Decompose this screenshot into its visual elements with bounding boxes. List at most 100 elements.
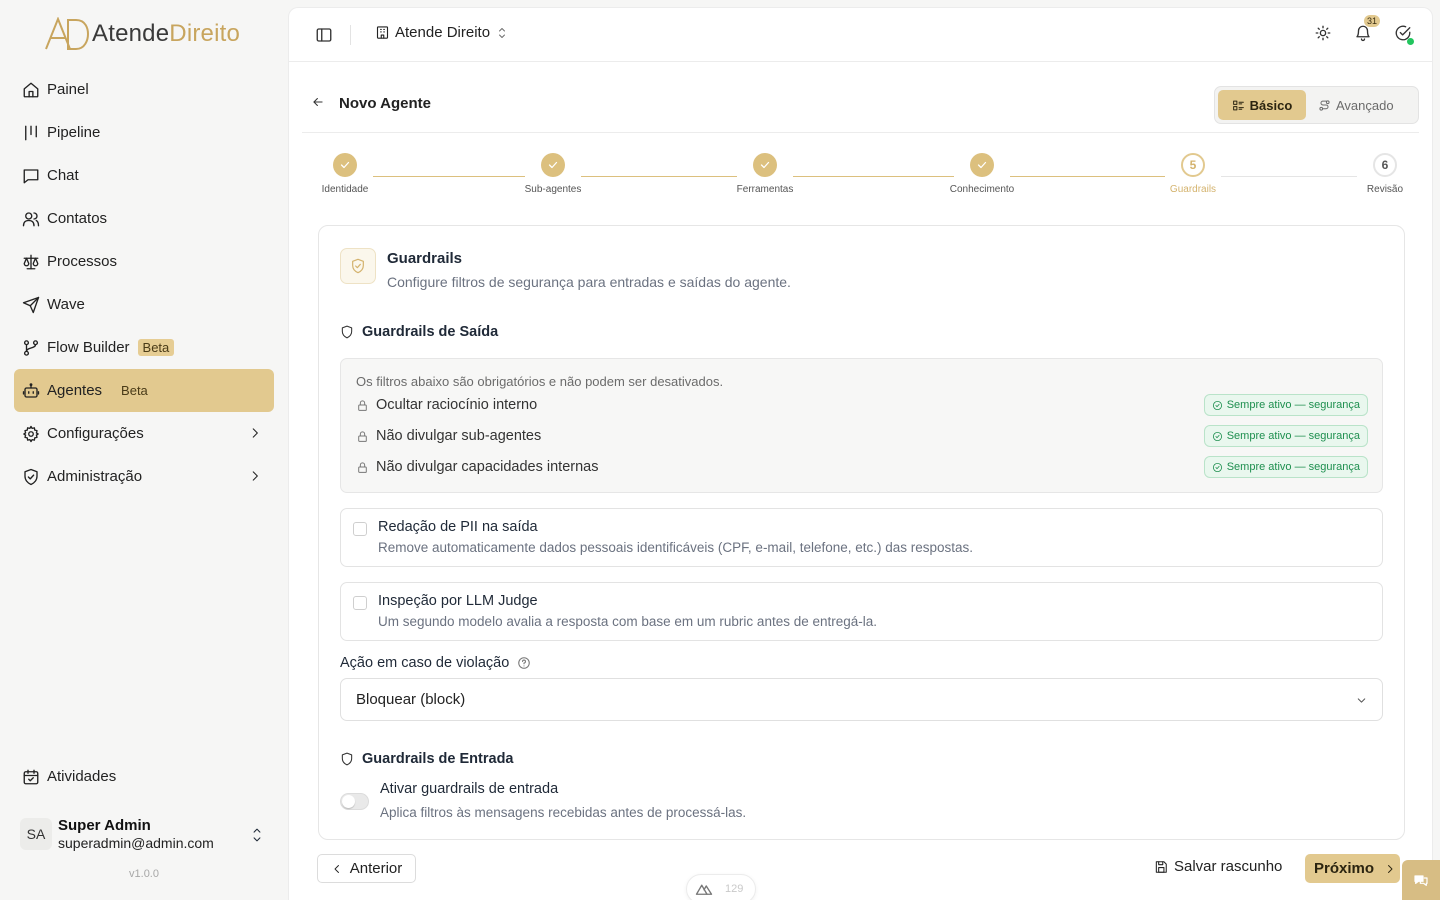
previous-button[interactable]: Anterior	[317, 854, 416, 883]
pii-redaction-option[interactable]: Redação de PII na saída Remove automatic…	[340, 508, 1383, 567]
pii-redaction-checkbox[interactable]	[353, 522, 367, 536]
mode-advanced-label: Avançado	[1336, 97, 1394, 113]
sidebar-item-painel[interactable]: Painel	[14, 68, 274, 111]
llm-judge-option[interactable]: Inspeção por LLM Judge Um segundo modelo…	[340, 582, 1383, 641]
locked-filter-row: Não divulgar sub-agentes Sempre ativo — …	[356, 424, 1368, 448]
help-circle-icon[interactable]	[517, 656, 531, 670]
locked-filter-label: Não divulgar sub-agentes	[376, 428, 542, 444]
stepper-connector	[581, 176, 737, 177]
option-title: Redação de PII na saída	[378, 519, 538, 535]
toggle-title: Ativar guardrails de entrada	[380, 781, 559, 797]
lock-icon	[358, 430, 367, 442]
avatar: SA	[20, 818, 52, 850]
shield-check-icon	[24, 468, 38, 485]
step-label: Guardrails	[1169, 184, 1217, 195]
card-subtitle: Configure filtros de segurança para entr…	[387, 274, 791, 290]
user-menu[interactable]: SA Super Admin superadmin@admin.com	[20, 814, 274, 854]
devtools-pill[interactable]: 129	[686, 874, 756, 900]
chat-widget-button[interactable]	[1402, 860, 1440, 900]
wizard-stepper: Identidade Sub-agentes Ferramentas Conhecim…	[317, 153, 1407, 203]
violation-action-label: Ação em caso de violação	[340, 655, 531, 671]
users-icon	[22, 211, 40, 226]
badge-text: Sempre ativo — segurança	[1226, 461, 1360, 473]
logo-mark-icon	[45, 17, 90, 50]
sidebar-item-label: Agentes	[47, 382, 103, 399]
step-label: Identidade	[321, 184, 369, 195]
step-sub-agentes[interactable]: Sub-agentes	[513, 153, 593, 195]
stepper-connector	[1221, 176, 1357, 177]
llm-judge-checkbox[interactable]	[353, 596, 367, 610]
step-ferramentas[interactable]: Ferramentas	[725, 153, 805, 195]
check-circle-icon	[1212, 431, 1222, 441]
option-description: Um segundo modelo avalia a resposta com …	[378, 614, 878, 629]
sidebar-item-label: Chat	[47, 167, 79, 184]
toggle-description: Aplica filtros às mensagens recebidas an…	[380, 805, 747, 820]
mode-basic-button[interactable]: Básico	[1218, 90, 1306, 120]
topbar-actions: 31	[1314, 15, 1414, 45]
violation-action-select[interactable]: Bloquear (block)	[340, 678, 1383, 721]
devtools-count: 129	[725, 883, 744, 895]
check-circle-icon	[1212, 400, 1222, 410]
stepper-connector	[373, 176, 525, 177]
sidebar-item-wave[interactable]: Wave	[14, 283, 274, 326]
lock-icon	[358, 461, 367, 473]
brand-name: AtendeDireito	[92, 20, 241, 47]
online-status-dot	[1407, 38, 1414, 45]
guardrails-card: Guardrails Configure filtros de seguranç…	[318, 225, 1405, 840]
calendar-check-icon	[23, 769, 39, 784]
check-icon	[548, 161, 558, 169]
bot-icon	[22, 382, 40, 398]
sidebar-item-atividades[interactable]: Atividades	[14, 755, 274, 798]
sidebar-toggle-icon[interactable]	[315, 26, 333, 44]
step-indicator	[333, 153, 357, 177]
sidebar-item-label: Contatos	[47, 210, 108, 227]
badge-text: Sempre ativo — segurança	[1226, 399, 1360, 411]
sidebar-item-pipeline[interactable]: Pipeline	[14, 111, 274, 154]
save-draft-button[interactable]: Salvar rascunho	[1154, 858, 1282, 875]
sidebar-item-flow-builder[interactable]: Flow Builder Beta	[14, 326, 274, 369]
option-title: Inspeção por LLM Judge	[378, 593, 538, 609]
mandatory-filters-box: Os filtros abaixo são obrigatórios e não…	[340, 358, 1383, 493]
card-icon	[340, 248, 376, 284]
beta-badge: Beta	[121, 383, 148, 398]
arrow-left-icon[interactable]	[311, 95, 325, 109]
step-revisão[interactable]: 6 Revisão	[1345, 153, 1425, 195]
organization-switcher[interactable]: Atende Direito	[375, 24, 508, 41]
step-identidade[interactable]: Identidade	[305, 153, 385, 195]
page-header: Novo Agente Básico Avançado	[302, 78, 1419, 133]
button-label: Próximo	[1314, 860, 1375, 877]
user-email: superadmin@admin.com	[58, 835, 214, 851]
sidebar-item-chat[interactable]: Chat	[14, 154, 274, 197]
sidebar-item-contatos[interactable]: Contatos	[14, 197, 274, 240]
toggle-knob	[342, 795, 355, 808]
sidebar-item-administracao[interactable]: Administração	[14, 455, 274, 498]
locked-filter-label: Não divulgar capacidades internas	[376, 459, 599, 475]
page-title: Novo Agente	[339, 95, 431, 112]
sidebar-item-label: Administração	[47, 468, 143, 485]
step-indicator: 6	[1373, 153, 1397, 177]
sidebar-item-agentes[interactable]: Agentes Beta	[14, 369, 274, 412]
organization-name: Atende Direito	[395, 24, 491, 41]
next-button[interactable]: Próximo	[1305, 854, 1400, 883]
notifications-button[interactable]: 31	[1354, 15, 1381, 42]
mandatory-filters-note: Os filtros abaixo são obrigatórios e não…	[356, 374, 724, 389]
stepper-connector	[1010, 176, 1165, 177]
sidebar-item-label: Painel	[47, 81, 89, 98]
mode-advanced-button[interactable]: Avançado	[1306, 90, 1406, 120]
input-guardrails-heading: Guardrails de Entrada	[340, 751, 514, 767]
status-button[interactable]	[1394, 24, 1414, 45]
shield-icon	[341, 752, 353, 766]
theme-toggle-button[interactable]	[1314, 24, 1332, 42]
brand-logo[interactable]: AtendeDireito	[44, 17, 240, 51]
step-conhecimento[interactable]: Conhecimento	[942, 153, 1022, 195]
chat-icon	[23, 168, 39, 183]
input-guardrails-toggle[interactable]	[340, 793, 369, 810]
step-label: Sub-agentes	[524, 184, 582, 195]
sidebar-item-configuracoes[interactable]: Configurações	[14, 412, 274, 455]
step-guardrails[interactable]: 5 Guardrails	[1153, 153, 1233, 195]
sidebar-item-processos[interactable]: Processos	[14, 240, 274, 283]
sidebar-bottom-nav: Atividades	[14, 755, 274, 798]
send-icon	[22, 296, 40, 313]
selected-value: Bloquear (block)	[356, 691, 466, 708]
chevron-left-icon	[334, 864, 339, 873]
